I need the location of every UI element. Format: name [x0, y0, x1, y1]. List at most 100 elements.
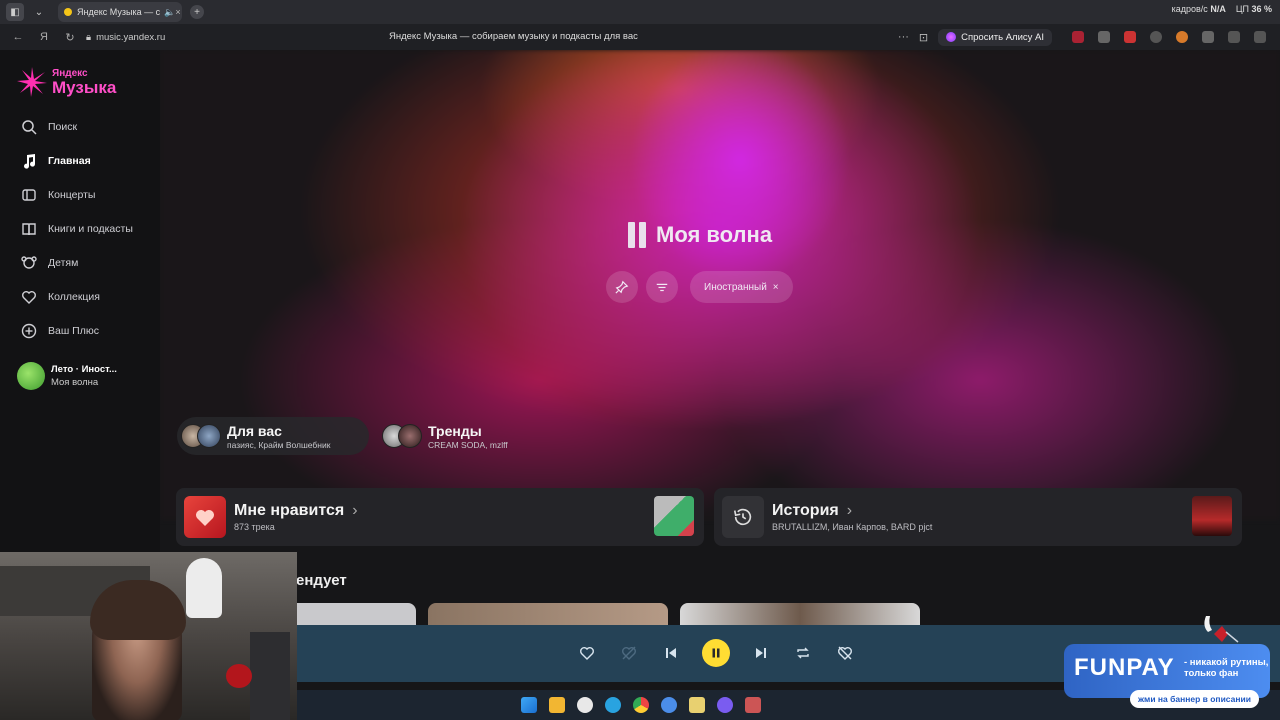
- history-subtitle: BRUTALLIZM, Иван Карпов, BARD pjct: [772, 522, 933, 532]
- download-icon[interactable]: [1254, 31, 1266, 43]
- url-field[interactable]: 🔒︎ music.yandex.ru: [86, 32, 165, 43]
- heart-icon: [20, 288, 38, 306]
- music-note-icon: [20, 152, 38, 170]
- extension-icon[interactable]: [1072, 31, 1084, 43]
- extension-icon[interactable]: [1150, 31, 1162, 43]
- funpay-logo: FUNPAY: [1074, 654, 1175, 681]
- app-icon[interactable]: [661, 697, 677, 713]
- tab-audio-icon[interactable]: 🔈: [164, 7, 175, 18]
- new-tab-button[interactable]: +: [190, 5, 204, 19]
- browser-tab-active[interactable]: Яндекс Музыка — с 🔈 ×: [58, 2, 182, 22]
- history-card[interactable]: История › BRUTALLIZM, Иван Карпов, BARD p…: [714, 488, 1242, 546]
- extension-icon[interactable]: [1228, 31, 1240, 43]
- for-you-avatars: [181, 424, 221, 448]
- extension-icon[interactable]: [1098, 31, 1110, 43]
- ask-alisa-button[interactable]: Спросить Алису AI: [938, 28, 1052, 46]
- extension-icon[interactable]: [1202, 31, 1214, 43]
- repeat-button[interactable]: [792, 642, 814, 664]
- trends-title: Тренды: [428, 422, 482, 439]
- screen: ◧ ⌄ Яндекс Музыка — с 🔈 × + кадров/с N/A…: [0, 0, 1280, 720]
- back-arrow-icon[interactable]: ←: [10, 29, 26, 45]
- no-ads-icon: [838, 646, 852, 660]
- webcam-overlay: [0, 552, 297, 720]
- system-overlay: кадров/с N/A ЦП 36 %: [1172, 4, 1272, 14]
- history-title: История ›: [772, 502, 853, 519]
- sidebar-item-plus[interactable]: Ваш Плюс: [20, 314, 133, 348]
- playlist-text: Лето · Иност... Моя волна: [51, 364, 117, 388]
- yandex-icon[interactable]: Я: [36, 29, 52, 45]
- my-wave-play-button[interactable]: Моя волна: [628, 222, 772, 248]
- wave-filter-chip[interactable]: Иностранный ×: [690, 271, 793, 303]
- pin-button[interactable]: [606, 271, 638, 303]
- sidebar-item-collection[interactable]: Коллекция: [20, 280, 133, 314]
- liked-tracks-card[interactable]: Мне нравится › 873 трека: [176, 488, 704, 546]
- app-icon[interactable]: [689, 697, 705, 713]
- next-track-button[interactable]: [750, 642, 772, 664]
- pin-icon: [615, 280, 629, 294]
- close-icon[interactable]: ×: [773, 282, 779, 293]
- more-options-icon[interactable]: ···: [898, 31, 909, 43]
- browser-tab-bar: ◧ ⌄ Яндекс Музыка — с 🔈 × + кадров/с N/A…: [0, 0, 1280, 24]
- dislike-icon: [622, 646, 636, 660]
- webcam-background: [226, 664, 252, 688]
- sidebar-item-label: Поиск: [48, 121, 78, 133]
- sidebar-item-label: Концерты: [48, 189, 96, 201]
- chrome-icon[interactable]: [633, 697, 649, 713]
- pause-icon: [712, 648, 720, 658]
- logo-line2: Музыка: [52, 77, 117, 97]
- disable-button[interactable]: [834, 642, 856, 664]
- file-explorer-icon[interactable]: [549, 697, 565, 713]
- sidebar-item-books[interactable]: Книги и подкасты: [20, 212, 133, 246]
- playlist-subtitle: Моя волна: [51, 377, 99, 388]
- sidebar-item-label: Главная: [48, 155, 91, 167]
- for-you-title: Для вас: [227, 422, 282, 439]
- kids-icon: [20, 254, 38, 272]
- yandex-browser-icon[interactable]: [577, 697, 593, 713]
- liked-cover: [184, 496, 226, 538]
- avatar: [398, 424, 422, 448]
- reload-icon[interactable]: ↻: [62, 29, 78, 45]
- funpay-cta[interactable]: жми на баннер в описании: [1130, 690, 1259, 708]
- telegram-icon[interactable]: [605, 697, 621, 713]
- alisa-orb-icon: [946, 32, 957, 42]
- wave-settings-button[interactable]: [646, 271, 678, 303]
- sidebar-item-home[interactable]: Главная: [20, 144, 133, 178]
- webcam-background: [186, 558, 222, 618]
- webcam-background: [250, 632, 290, 720]
- play-pause-button[interactable]: [702, 639, 730, 667]
- discord-icon[interactable]: [717, 697, 733, 713]
- like-button[interactable]: [576, 642, 598, 664]
- filter-icon: [656, 283, 668, 292]
- yandex-music-logo[interactable]: Яндекс Музыка: [16, 66, 116, 98]
- tab-list-button[interactable]: ⌄: [30, 3, 48, 21]
- logo-text: Яндекс Музыка: [52, 67, 117, 97]
- bookmark-icon[interactable]: ⊡: [919, 31, 928, 44]
- current-playlist[interactable]: Лето · Иност... Моя волна: [17, 362, 117, 390]
- chevron-right-icon: ›: [846, 502, 853, 519]
- dislike-button[interactable]: [618, 642, 640, 664]
- trends-subtitle: CREAM SODA, mzlff: [428, 439, 508, 450]
- trends-card[interactable]: Тренды CREAM SODA, mzlff: [378, 417, 548, 455]
- for-you-card[interactable]: Для вас пазияс, Крайм Волшебник: [177, 417, 369, 455]
- funpay-banner[interactable]: FUNPAY - никакой рутины, только фан жми …: [1064, 612, 1274, 712]
- next-icon: [756, 648, 766, 658]
- app-icon[interactable]: [745, 697, 761, 713]
- sidebar-item-concerts[interactable]: Концерты: [20, 178, 133, 212]
- playlist-title: Лето · Иност...: [51, 364, 117, 375]
- logo-line1: Яндекс: [52, 67, 88, 79]
- previous-track-button[interactable]: [660, 642, 682, 664]
- tab-close-icon[interactable]: ×: [175, 7, 180, 17]
- sidebar-item-kids[interactable]: Детям: [20, 246, 133, 280]
- history-track-cover: [1192, 496, 1232, 536]
- recommend-heading: ендует: [296, 572, 347, 589]
- extension-icon[interactable]: [1176, 31, 1188, 43]
- yandex-music-favicon-icon: [64, 8, 72, 16]
- browser-menu-button[interactable]: ◧: [6, 3, 24, 21]
- extension-icon[interactable]: [1124, 31, 1136, 43]
- my-wave-title: Моя волна: [656, 222, 773, 247]
- my-wave-controls: Иностранный ×: [606, 271, 793, 303]
- chevron-right-icon: ›: [352, 502, 358, 519]
- ask-alisa-label: Спросить Алису AI: [961, 31, 1044, 43]
- sidebar-item-search[interactable]: Поиск: [20, 110, 133, 144]
- windows-start-icon[interactable]: [521, 697, 537, 713]
